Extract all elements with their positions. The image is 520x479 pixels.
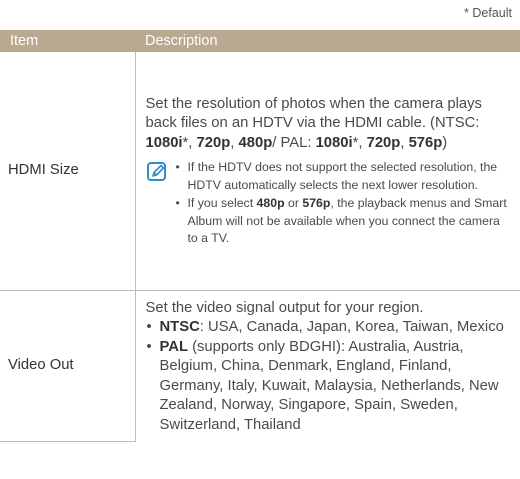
video-out-options: NTSC: USA, Canada, Japan, Korea, Taiwan,… [146,318,511,435]
hdmi-note: If the HDTV does not support the selecte… [146,159,511,249]
table-row-video-out: Video Out Set the video signal output fo… [0,290,520,442]
description-hdmi-size: Set the resolution of photos when the ca… [134,52,520,291]
table-header-row: Item Description [0,30,520,52]
note-list: If the HDTV does not support the selecte… [174,159,511,249]
settings-table: Item Description HDMI Size Set the resol… [0,30,520,442]
table-row-hdmi-size: HDMI Size Set the resolution of photos w… [0,52,520,291]
note-item: If you select 480p or 576p, the playback… [174,195,511,248]
list-item: NTSC: USA, Canada, Japan, Korea, Taiwan,… [146,318,511,338]
item-hdmi-size: HDMI Size [0,52,135,291]
description-video-out: Set the video signal output for your reg… [134,290,520,441]
default-note: * Default [464,6,512,20]
item-column-header: Item [0,30,135,52]
hdmi-description-text: Set the resolution of photos when the ca… [145,95,482,151]
item-video-out: Video Out [0,290,135,442]
description-column-header: Description [135,30,520,52]
note-item: If the HDTV does not support the selecte… [174,159,511,194]
list-item: PAL (supports only BDGHI): Australia, Au… [146,338,511,436]
video-out-intro: Set the video signal output for your reg… [145,299,424,316]
note-pencil-icon [146,161,168,183]
